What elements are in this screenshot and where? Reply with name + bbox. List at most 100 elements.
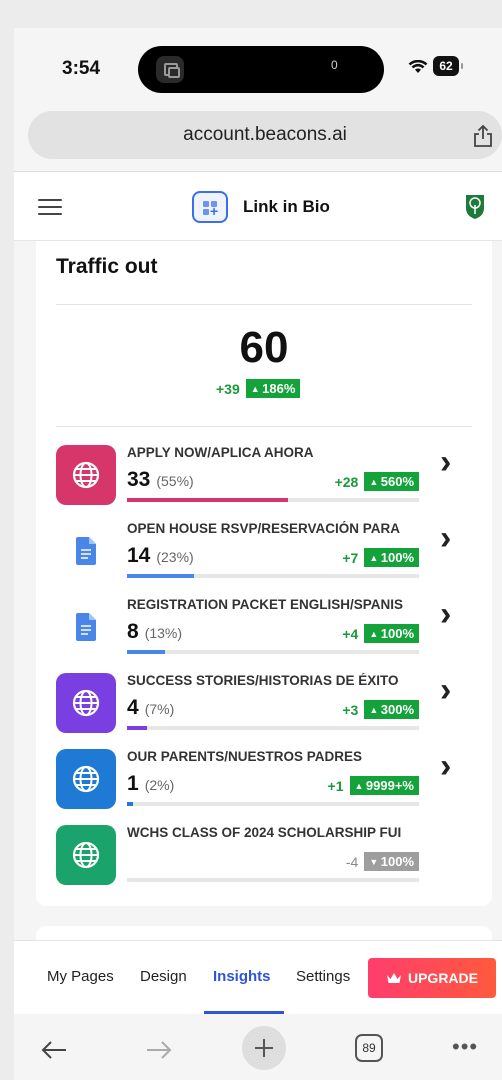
link-share-bar <box>127 726 419 730</box>
globe-icon <box>56 673 116 733</box>
link-share-bar-fill <box>127 802 133 806</box>
link-share-bar <box>127 498 419 502</box>
new-tab-button[interactable] <box>242 1026 286 1070</box>
link-click-count: 8 <box>127 620 139 643</box>
chevron-right-icon[interactable]: › <box>440 597 451 631</box>
total-change-value: +39 <box>216 380 240 397</box>
divider <box>56 426 472 427</box>
back-arrow-icon[interactable] <box>40 1040 68 1060</box>
link-change-value: +1 <box>327 777 344 794</box>
app-tab-bar: My Pages Design Insights Settings UPGRAD… <box>14 940 502 1014</box>
link-row[interactable]: OUR PARENTS/NUESTROS PADRES 1 (2%) +1 9999+%… <box>56 749 472 825</box>
link-change: +3 300% <box>342 700 419 719</box>
profile-logo-icon[interactable] <box>464 192 486 220</box>
tab-settings[interactable]: Settings <box>296 968 350 985</box>
menu-icon[interactable] <box>38 199 62 215</box>
link-change-badge: 300% <box>364 700 419 719</box>
chevron-right-icon[interactable]: › <box>440 749 451 783</box>
link-change: +7 100% <box>342 548 419 567</box>
link-in-bio-icon: + <box>192 191 228 223</box>
tab-design[interactable]: Design <box>140 968 187 985</box>
address-bar[interactable]: account.beacons.ai <box>28 111 502 159</box>
link-share-percent: (23%) <box>156 549 194 565</box>
battery-icon: 62 <box>433 56 463 76</box>
chevron-right-icon[interactable]: › <box>440 521 451 555</box>
page-title: Link in Bio <box>243 197 330 216</box>
link-change-value: +7 <box>342 549 359 566</box>
link-click-count: 4 <box>127 696 139 719</box>
link-row[interactable]: REGISTRATION PACKET ENGLISH/SPANIS 8 (13%)… <box>56 597 472 673</box>
plus-icon <box>255 1039 273 1057</box>
link-name: WCHS CLASS OF 2024 SCHOLARSHIP FUI <box>127 825 402 840</box>
link-name: SUCCESS STORIES/HISTORIAS DE ÉXITO <box>127 673 399 688</box>
link-count: 8 (13%) <box>127 620 182 644</box>
google-doc-icon <box>56 521 116 581</box>
link-share-bar <box>127 650 419 654</box>
status-time: 3:54 <box>62 58 101 79</box>
link-share-percent: (2%) <box>144 777 175 793</box>
link-click-count: 1 <box>127 772 139 795</box>
link-change: +1 9999+% <box>328 776 419 795</box>
divider <box>56 304 472 305</box>
card-title: Traffic out <box>56 255 158 278</box>
link-change: +4 100% <box>342 624 419 643</box>
link-row: WCHS CLASS OF 2024 SCHOLARSHIP FUI -4 100% <box>56 825 472 901</box>
link-change-badge: 100% <box>364 852 419 871</box>
link-change-value: +28 <box>334 473 359 490</box>
link-share-bar-fill <box>127 498 288 502</box>
url-text: account.beacons.ai <box>183 124 347 145</box>
link-row[interactable]: SUCCESS STORIES/HISTORIAS DE ÉXITO 4 (7%) +… <box>56 673 472 749</box>
chevron-right-icon[interactable]: › <box>440 673 451 707</box>
link-count: 14 (23%) <box>127 544 194 568</box>
link-name: REGISTRATION PACKET ENGLISH/SPANIS <box>127 597 404 612</box>
total-clicks: 60 <box>239 323 289 372</box>
wifi-icon <box>408 60 428 73</box>
upgrade-button[interactable]: UPGRADE <box>368 958 496 998</box>
traffic-out-card: Traffic out 60 +39 186% APPLY NOW/APLICA… <box>36 241 492 906</box>
link-share-bar-fill <box>127 650 165 654</box>
chevron-right-icon[interactable]: › <box>440 445 451 479</box>
google-doc-icon <box>56 597 116 657</box>
link-change-badge: 9999+% <box>349 776 419 795</box>
link-share-bar <box>127 574 419 578</box>
link-share-bar <box>127 878 419 882</box>
link-change: +28 560% <box>335 472 419 491</box>
tabs-button[interactable]: 89 <box>355 1034 383 1062</box>
tab-my-pages[interactable]: My Pages <box>47 968 114 985</box>
link-share-bar <box>127 802 419 806</box>
link-share-percent: (13%) <box>144 625 183 641</box>
crown-icon <box>386 973 401 983</box>
link-change-value: +4 <box>342 625 359 642</box>
link-row[interactable]: APPLY NOW/APLICA AHORA 33 (55%) +28 560% › <box>56 445 472 521</box>
link-share-percent: (55%) <box>156 473 194 489</box>
browser-toolbar: 89 ••• <box>14 1014 502 1080</box>
link-count: 4 (7%) <box>127 696 174 720</box>
link-change: -4 100% <box>346 852 419 871</box>
link-name: APPLY NOW/APLICA AHORA <box>127 445 314 460</box>
link-count: 1 (2%) <box>127 772 174 796</box>
total-change: +39 186% <box>216 379 301 398</box>
link-click-count: 14 <box>127 544 151 567</box>
more-icon[interactable]: ••• <box>452 1034 478 1060</box>
link-share-percent: (7%) <box>144 701 175 717</box>
link-click-count: 33 <box>127 468 151 491</box>
link-row[interactable]: OPEN HOUSE RSVP/RESERVACIÓN PARA 14 (23%) +… <box>56 521 472 597</box>
status-bar: 3:54 0 62 <box>14 28 502 116</box>
globe-icon <box>56 749 116 809</box>
link-change-badge: 100% <box>364 624 419 643</box>
app-header: + Link in Bio <box>14 171 502 241</box>
link-name: OUR PARENTS/NUESTROS PADRES <box>127 749 363 764</box>
link-change-value: -4 <box>345 853 359 870</box>
link-change-badge: 100% <box>364 548 419 567</box>
link-change-value: +3 <box>342 701 359 718</box>
link-change-badge: 560% <box>364 472 419 491</box>
globe-icon <box>56 825 116 885</box>
total-change-badge: 186% <box>245 379 301 398</box>
link-share-bar-fill <box>127 574 195 578</box>
link-name: OPEN HOUSE RSVP/RESERVACIÓN PARA <box>127 521 401 536</box>
upgrade-label: UPGRADE <box>407 970 478 986</box>
tab-insights[interactable]: Insights <box>213 968 271 985</box>
link-share-bar-fill <box>127 726 148 730</box>
share-icon[interactable] <box>472 124 494 148</box>
forward-arrow-icon[interactable] <box>145 1040 173 1060</box>
